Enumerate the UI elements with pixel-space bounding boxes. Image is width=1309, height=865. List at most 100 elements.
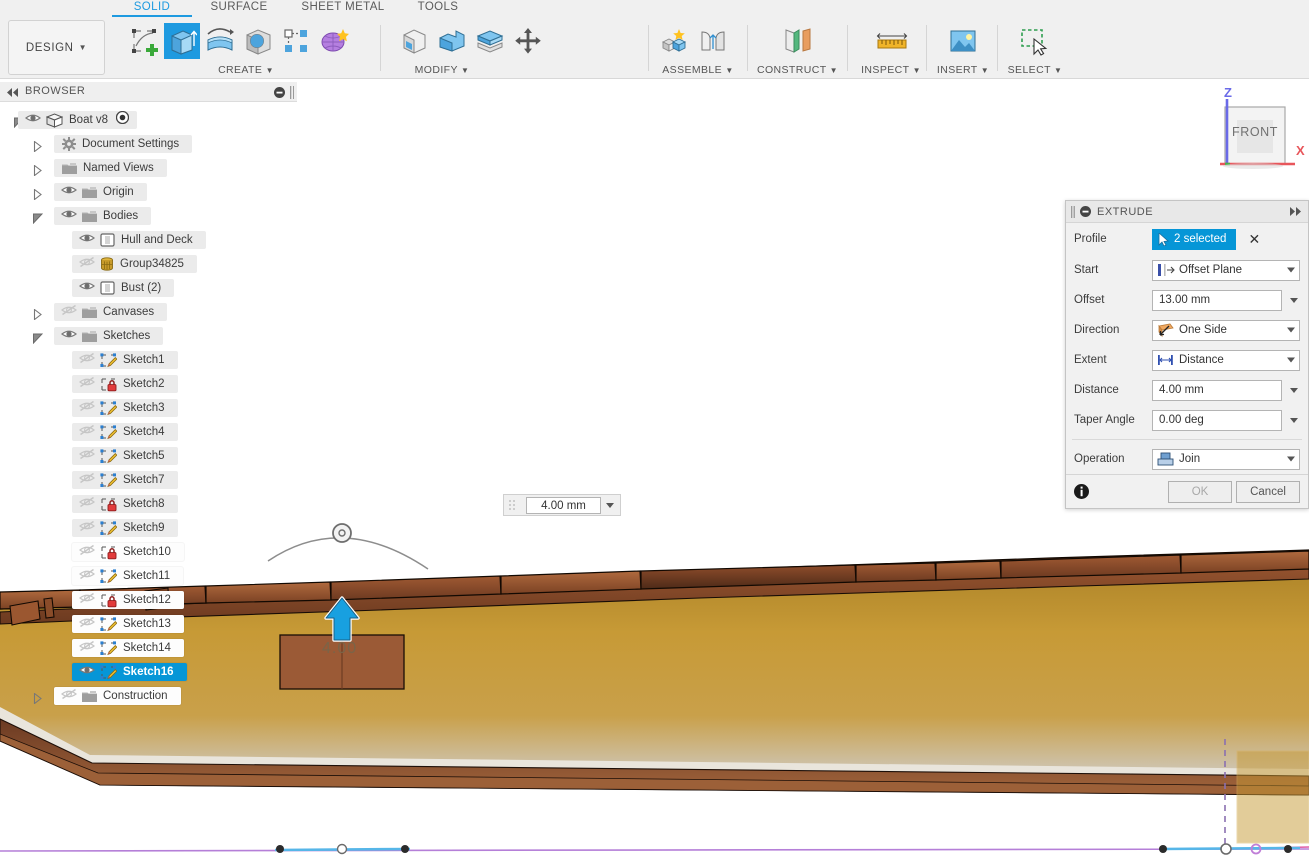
browser-row-sketches[interactable]: Sketches — [0, 324, 297, 348]
visibility-toggle[interactable] — [79, 351, 95, 369]
start-combo[interactable]: Offset Plane — [1152, 259, 1300, 281]
browser-row-pill[interactable]: Sketch7 — [72, 471, 178, 489]
browser-row-sketch3[interactable]: Sketch3 — [0, 396, 297, 420]
browser-row-pill[interactable]: Sketch5 — [72, 447, 178, 465]
chevron-down-icon[interactable] — [1290, 417, 1298, 423]
fillet-icon[interactable] — [434, 23, 470, 59]
visibility-toggle[interactable] — [25, 111, 41, 129]
pattern-icon[interactable] — [278, 23, 314, 59]
browser-row-pill[interactable]: Canvases — [54, 303, 168, 321]
collapse-arrow[interactable] — [33, 211, 44, 225]
visibility-toggle[interactable] — [79, 231, 95, 249]
ribbon-group-modify-label[interactable]: MODIFY ▼ — [332, 64, 552, 76]
visibility-toggle[interactable] — [79, 495, 95, 513]
browser-row-pill[interactable]: Sketch11 — [72, 567, 184, 585]
browser-row-pill[interactable]: Origin — [54, 183, 147, 201]
browser-row-pill[interactable]: Sketch14 — [72, 639, 184, 657]
visibility-toggle[interactable] — [61, 687, 77, 705]
collapse-arrow[interactable] — [33, 331, 44, 345]
browser-row-pill[interactable]: Bust (2) — [72, 279, 175, 297]
browser-row-sketch5[interactable]: Sketch5 — [0, 444, 297, 468]
expand-right-icon[interactable] — [1289, 207, 1303, 216]
browser-row-sketch4[interactable]: Sketch4 — [0, 420, 297, 444]
visibility-toggle[interactable] — [61, 327, 77, 345]
profile-select-button[interactable]: 2 selected — [1152, 228, 1237, 250]
chevron-down-icon[interactable] — [1287, 327, 1295, 333]
visibility-toggle[interactable] — [79, 567, 95, 585]
expand-arrow[interactable] — [33, 691, 43, 705]
joint-icon[interactable] — [695, 23, 731, 59]
visibility-toggle[interactable] — [79, 663, 95, 681]
shell-icon[interactable] — [472, 23, 508, 59]
browser-row-pill[interactable]: Sketch9 — [72, 519, 178, 537]
browser-row-pill[interactable]: Document Settings — [54, 135, 193, 153]
browser-row-origin[interactable]: Origin — [0, 180, 297, 204]
browser-row-pill[interactable]: Sketches — [54, 327, 164, 345]
info-icon[interactable] — [1074, 484, 1089, 499]
view-cube[interactable]: Z X FRONT — [1190, 85, 1309, 195]
close-icon[interactable]: ✕ — [1248, 232, 1260, 246]
tab-solid[interactable]: SOLID — [112, 0, 192, 18]
browser-row-sketch2[interactable]: Sketch2 — [0, 372, 297, 396]
browser-row-sketch7[interactable]: Sketch7 — [0, 468, 297, 492]
visibility-toggle[interactable] — [79, 543, 95, 561]
browser-row-boat-v8[interactable]: Boat v8 — [0, 108, 297, 132]
visibility-toggle[interactable] — [79, 591, 95, 609]
extrude-icon[interactable] — [164, 23, 200, 59]
chevron-down-icon[interactable] — [606, 503, 614, 508]
browser-row-sketch9[interactable]: Sketch9 — [0, 516, 297, 540]
direction-combo[interactable]: One Side — [1152, 319, 1300, 341]
offset-plane-icon[interactable] — [777, 23, 819, 59]
browser-row-pill[interactable]: Sketch8 — [72, 495, 178, 513]
browser-row-pill[interactable]: Sketch1 — [72, 351, 178, 369]
ribbon-group-select-label[interactable]: SELECT ▼ — [1004, 64, 1066, 76]
chevron-down-icon[interactable] — [1290, 387, 1298, 393]
sweep-icon[interactable] — [240, 23, 276, 59]
browser-row-pill[interactable]: Sketch16 — [72, 663, 187, 681]
measure-icon[interactable] — [872, 23, 912, 59]
browser-row-pill[interactable]: Sketch4 — [72, 423, 178, 441]
distance-input[interactable]: 4.00 mm — [1152, 379, 1282, 401]
visibility-toggle[interactable] — [61, 207, 77, 225]
chevron-down-icon[interactable] — [1287, 357, 1295, 363]
browser-row-sketch10[interactable]: Sketch10 — [0, 540, 297, 564]
workspace-switcher-button[interactable]: DESIGN ▼ — [8, 20, 105, 75]
grip-dots-icon[interactable] — [508, 499, 520, 513]
tab-sheet-metal[interactable]: SHEET METAL — [289, 0, 397, 17]
browser-row-hull-and-deck[interactable]: Hull and Deck — [0, 228, 297, 252]
browser-row-sketch16[interactable]: Sketch16 — [0, 660, 297, 684]
browser-row-group34825[interactable]: Group34825 — [0, 252, 297, 276]
extent-combo[interactable]: Distance — [1152, 349, 1300, 371]
visibility-toggle[interactable] — [79, 279, 95, 297]
visibility-toggle[interactable] — [61, 303, 77, 321]
browser-row-pill[interactable]: Sketch12 — [72, 591, 184, 609]
grip-icon[interactable] — [1071, 205, 1075, 218]
tab-tools[interactable]: TOOLS — [404, 0, 472, 17]
cancel-button[interactable]: Cancel — [1236, 480, 1300, 503]
browser-row-document-settings[interactable]: Document Settings — [0, 132, 297, 156]
new-component-icon[interactable] — [657, 23, 693, 59]
chevron-down-icon[interactable] — [1290, 297, 1298, 303]
browser-row-pill[interactable]: Sketch3 — [72, 399, 178, 417]
taper-angle-input[interactable]: 0.00 deg — [1152, 409, 1282, 431]
browser-row-pill[interactable]: Boat v8 — [18, 110, 137, 129]
canvas-dimension-input[interactable]: 4.00 mm — [503, 494, 621, 516]
visibility-toggle[interactable] — [79, 447, 95, 465]
ribbon-group-insert-label[interactable]: INSERT ▼ — [933, 64, 993, 76]
chevron-down-icon[interactable] — [1287, 267, 1295, 273]
extrude-dialog-header[interactable]: EXTRUDE — [1066, 201, 1308, 223]
browser-row-bodies[interactable]: Bodies — [0, 204, 297, 228]
minus-circle-icon[interactable] — [1080, 206, 1091, 217]
canvas-dimension-value[interactable]: 4.00 mm — [526, 497, 601, 514]
browser-row-canvases[interactable]: Canvases — [0, 300, 297, 324]
expand-arrow[interactable] — [33, 187, 43, 201]
ok-button[interactable]: OK — [1168, 480, 1232, 503]
select-window-icon[interactable] — [1016, 23, 1052, 59]
browser-row-pill[interactable]: Construction — [54, 687, 181, 705]
browser-row-construction[interactable]: Construction — [0, 684, 297, 708]
expand-arrow[interactable] — [33, 307, 43, 321]
form-icon[interactable] — [316, 23, 352, 59]
browser-row-sketch14[interactable]: Sketch14 — [0, 636, 297, 660]
visibility-toggle[interactable] — [79, 423, 95, 441]
browser-row-sketch13[interactable]: Sketch13 — [0, 612, 297, 636]
